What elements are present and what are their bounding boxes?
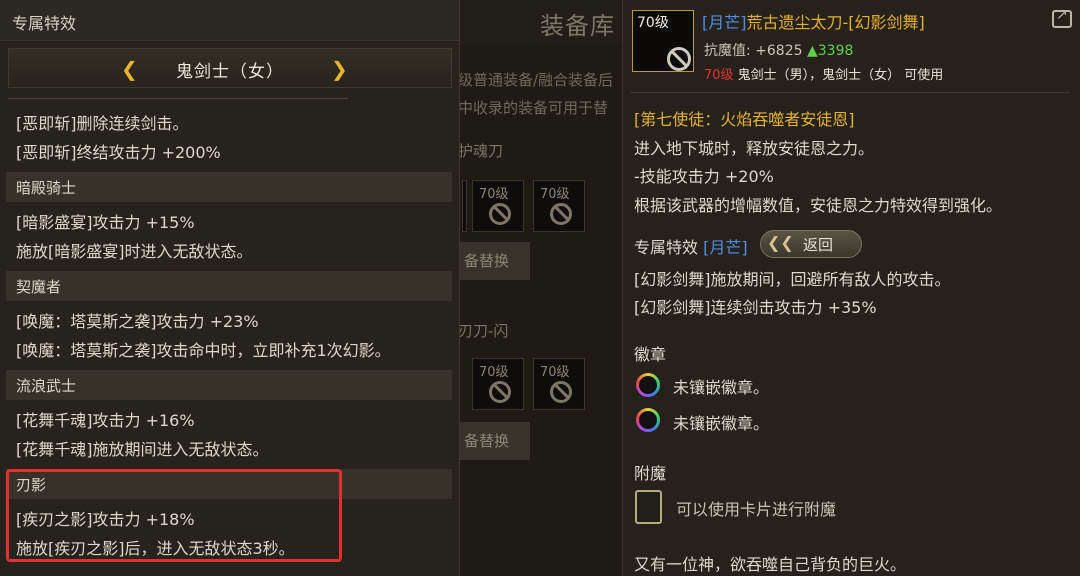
enchant-hint: 可以使用卡片进行附魔 [676, 500, 837, 519]
special-effect-line: [幻影剑舞]施放期间，回避所有敌人的攻击。 [634, 270, 951, 289]
share-icon[interactable] [1052, 7, 1072, 28]
subclass-header: 契魔者 [6, 271, 452, 301]
required-level: 70级 [704, 68, 734, 83]
special-effect-line: [幻影剑舞]连续剑击攻击力 +35% [634, 298, 877, 317]
prohibited-icon [489, 203, 511, 225]
chevron-right-icon[interactable]: ❯ [331, 57, 348, 81]
prohibited-icon [550, 381, 572, 403]
notice-line: 中收录的装备可用于替 [458, 99, 609, 117]
effect-line: [恶即斩]终结攻击力 +200% [16, 143, 221, 162]
equipment-label: 刃刀-闪 [458, 322, 509, 340]
item-level-badge: 70级 [637, 15, 669, 31]
exclusive-effects-panel: 专属特效 ❮ 鬼剑士（女） ❯ [恶即斩]删除连续剑击。 [恶即斩]终结攻击力 … [0, 0, 460, 576]
class-selector: ❮ 鬼剑士（女） ❯ [8, 48, 452, 88]
equipment-slot[interactable]: 70级 [472, 358, 524, 410]
subclass-header: 流浪武士 [6, 370, 452, 400]
apostle-title: [第七使徒：火焰吞噬者安徒恩] [634, 110, 855, 129]
emblem-ring-icon[interactable] [636, 408, 660, 432]
emblem-slot-text: 未镶嵌徽章。 [673, 414, 770, 433]
highlight-box [6, 469, 342, 562]
prohibited-icon [667, 47, 691, 71]
item-name: [月芒]荒古遗尘太刀-[幻影剑舞] [702, 9, 925, 33]
double-chevron-left-icon: ❮❮ [767, 233, 794, 252]
equipment-list-panel [455, 44, 630, 576]
divider [630, 92, 1070, 93]
item-stat: 抗魔值: +6825 ▲3398 [704, 40, 853, 60]
flavor-text: 又有一位神，欲吞噬自己背负的巨火。 [634, 555, 907, 574]
effect-line: [唤魔：塔莫斯之袭]攻击力 +23% [16, 312, 259, 331]
apostle-line: 根据该武器的增幅数值，安徒恩之力特效得到强化。 [634, 196, 1003, 215]
emblem-header: 徽章 [634, 345, 667, 364]
item-requirement: 70级 鬼剑士（男），鬼剑士（女） 可使用 [704, 64, 943, 83]
divider [8, 98, 348, 99]
effect-line: [花舞千魂]攻击力 +16% [16, 411, 195, 430]
apostle-line: 进入地下城时，释放安徒恩之力。 [634, 139, 875, 158]
prohibited-icon [489, 381, 511, 403]
effect-line: 施放[暗影盛宴]时进入无敌状态。 [16, 242, 253, 261]
back-button[interactable]: ❮❮ 返回 [760, 230, 862, 258]
equipment-slot[interactable]: 70级 [472, 180, 524, 232]
swap-button[interactable]: 备替换 [458, 422, 530, 460]
back-button-label: 返回 [803, 236, 834, 254]
required-classes: 鬼剑士（男），鬼剑士（女） 可使用 [733, 68, 944, 83]
equipment-slot[interactable]: 70级 [533, 180, 585, 232]
swap-button[interactable]: 备替换 [458, 242, 530, 280]
effect-line: [暗影盛宴]攻击力 +15% [16, 213, 195, 232]
stat-increase: ▲3398 [806, 43, 854, 59]
equipment-label: 护魂刀 [458, 142, 504, 160]
equipment-slot[interactable]: 70级 [533, 358, 585, 410]
notice-text: 级普通装备/融合装备后 中收录的装备可用于替 [458, 66, 613, 122]
notice-line: 级普通装备/融合装备后 [458, 71, 614, 89]
subclass-header: 暗殿骑士 [6, 172, 452, 202]
item-title: 荒古遗尘太刀-[幻影剑舞] [746, 13, 925, 32]
card-slot-icon[interactable] [635, 490, 662, 524]
prohibited-icon [550, 203, 572, 225]
effect-line: [恶即斩]删除连续剑击。 [16, 114, 189, 133]
enchant-header: 附魔 [634, 464, 667, 483]
effect-line: [花舞千魂]施放期间进入无敌状态。 [16, 440, 269, 459]
special-effect-header: 专属特效 [月芒] [634, 238, 748, 257]
window-title: 装备库 [540, 12, 615, 40]
panel-title: 专属特效 [12, 14, 77, 33]
apostle-line: -技能攻击力 +20% [634, 167, 774, 186]
item-rarity: [月芒] [702, 13, 747, 32]
item-icon: 70级 [632, 10, 694, 72]
panel-header: 专属特效 [0, 0, 459, 41]
effect-line: [唤魔：塔莫斯之袭]攻击命中时，立即补充1次幻影。 [16, 341, 391, 360]
emblem-ring-icon[interactable] [636, 373, 660, 397]
equipment-slot[interactable] [462, 180, 467, 232]
stat-label: 抗魔值: +6825 [704, 43, 803, 59]
emblem-slot-text: 未镶嵌徽章。 [673, 378, 770, 397]
class-name: 鬼剑士（女） [176, 62, 284, 82]
